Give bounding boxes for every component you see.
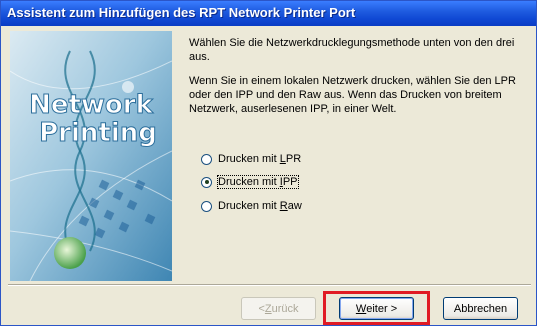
radio-button-lpr[interactable] xyxy=(201,153,212,165)
instruction-paragraph-1: Wählen Sie die Netzwerkdrucklegungsmetho… xyxy=(189,37,515,63)
instructions: Wählen Sie die Netzwerkdrucklegungsmetho… xyxy=(189,36,525,126)
next-button-highlight xyxy=(323,291,430,325)
printing-label: Printing xyxy=(39,118,157,148)
network-printing-image: Network Printing xyxy=(10,31,172,281)
option-raw[interactable]: Drucken mit Raw xyxy=(201,198,302,214)
instruction-paragraph-2: Wenn Sie in einem lokalen Netzwerk druck… xyxy=(189,75,516,115)
wizard-window: Assistent zum Hinzufügen des RPT Network… xyxy=(0,0,537,326)
title-bar[interactable]: Assistent zum Hinzufügen des RPT Network… xyxy=(1,1,536,26)
option-lpr[interactable]: Drucken mit LPR xyxy=(201,151,301,167)
separator-line xyxy=(8,284,531,286)
back-button[interactable]: < Zurück xyxy=(241,297,316,320)
option-raw-label: Drucken mit Raw xyxy=(218,200,302,212)
network-label: Network xyxy=(29,90,154,120)
window-title: Assistent zum Hinzufügen des RPT Network… xyxy=(7,5,356,20)
radio-button-raw[interactable] xyxy=(201,200,212,212)
radio-button-ipp[interactable] xyxy=(201,176,212,188)
option-ipp[interactable]: Drucken mit IPP xyxy=(201,174,299,190)
option-lpr-label: Drucken mit LPR xyxy=(218,153,302,165)
option-ipp-label: Drucken mit IPP xyxy=(217,175,299,189)
cancel-button[interactable]: Abbrechen xyxy=(443,297,518,320)
